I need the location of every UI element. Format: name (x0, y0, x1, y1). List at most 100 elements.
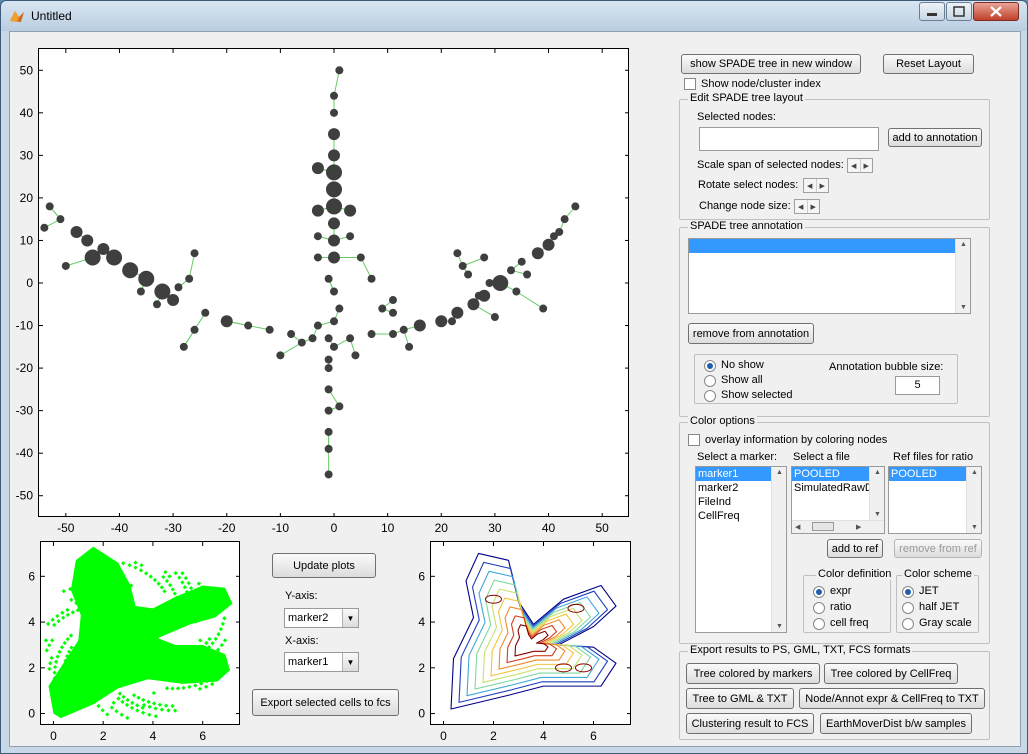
scatter-point (47, 666, 52, 672)
list-item-selected[interactable] (689, 239, 955, 253)
rotate-label: Rotate select nodes: (698, 179, 799, 191)
annotation-panel: SPADE tree annotation ▲ ▼ remove from an… (679, 220, 990, 417)
arrow-right-icon[interactable]: ▶ (808, 200, 820, 213)
arrow-left-icon[interactable]: ◀ (795, 200, 808, 213)
marker-list-scrollbar[interactable]: ▲ ▼ (771, 467, 786, 632)
update-plots-button[interactable]: Update plots (272, 553, 376, 578)
scatter-point (121, 561, 126, 566)
scatter-region (48, 546, 233, 719)
annotation-show-group: No show Show all Show selected Annotatio… (694, 354, 958, 404)
radio-expr[interactable] (813, 586, 825, 598)
scatter-point (156, 581, 161, 586)
ref-list[interactable]: POOLED ▲ ▼ (888, 466, 982, 534)
export-cells-button[interactable]: Export selected cells to fcs (252, 689, 399, 716)
selected-nodes-input[interactable] (699, 127, 879, 151)
add-annotation-button[interactable]: add to annotation (888, 128, 982, 147)
tree-node (313, 321, 322, 330)
radio-ratio[interactable] (813, 602, 825, 614)
scroll-down-icon[interactable]: ▼ (971, 524, 978, 531)
tree-markers-button[interactable]: Tree colored by markers (686, 663, 820, 684)
scroll-right-icon[interactable]: ▶ (856, 523, 861, 531)
tree-node (464, 270, 473, 279)
reset-layout-button[interactable]: Reset Layout (883, 54, 974, 74)
arrow-left-icon[interactable]: ◀ (848, 159, 861, 172)
arrow-right-icon[interactable]: ▶ (817, 179, 829, 192)
y-tick-label: 4 (418, 615, 425, 629)
annotation-list-scrollbar[interactable]: ▲ ▼ (955, 239, 970, 313)
tree-node (490, 313, 499, 322)
matlab-icon (10, 11, 24, 22)
scroll-left-icon[interactable]: ◀ (795, 523, 800, 531)
scatter-point (147, 712, 152, 717)
radio-show-all-label: Show all (721, 374, 763, 386)
scroll-up-icon[interactable]: ▲ (960, 241, 967, 248)
radio-no-show[interactable] (704, 360, 716, 372)
tree-node (335, 402, 344, 411)
close-button[interactable] (973, 2, 1019, 21)
radio-half-jet[interactable] (902, 602, 914, 614)
scale-span-stepper[interactable]: ◀ ▶ (847, 158, 873, 173)
chevron-down-icon: ▼ (342, 653, 358, 671)
annotation-list[interactable]: ▲ ▼ (688, 238, 971, 314)
remove-annotation-button[interactable]: remove from annotation (688, 323, 814, 344)
arrow-left-icon[interactable]: ◀ (804, 179, 817, 192)
scatter-point (125, 697, 130, 703)
remove-ref-button[interactable]: remove from ref (894, 539, 982, 558)
scatter-point (196, 581, 201, 586)
show-tree-button[interactable]: show SPADE tree in new window (681, 54, 861, 74)
scroll-up-icon[interactable]: ▲ (776, 469, 783, 476)
scroll-down-icon[interactable]: ▼ (776, 623, 783, 630)
tree-node (313, 232, 322, 241)
scatter-point (182, 584, 188, 590)
radio-cell-freq[interactable] (813, 618, 825, 630)
list-item[interactable]: marker1 (696, 467, 771, 481)
tree-cellfreq-button[interactable]: Tree colored by CellFreq (824, 663, 958, 684)
rotate-stepper[interactable]: ◀ ▶ (803, 178, 829, 193)
file-list-vscrollbar[interactable]: ▲ ▼ (869, 467, 884, 520)
node-annot-txt-button[interactable]: Node/Annot expr & CellFreq to TXT (799, 688, 985, 709)
tree-node (523, 270, 532, 279)
scatter-point (187, 684, 192, 689)
radio-show-all[interactable] (704, 375, 716, 387)
scroll-thumb[interactable] (812, 522, 834, 531)
list-item[interactable]: SimulatedRawD (792, 481, 869, 495)
scatter-point (136, 695, 141, 700)
arrow-right-icon[interactable]: ▶ (861, 159, 873, 172)
node-size-stepper[interactable]: ◀ ▶ (794, 199, 820, 214)
x-axis-select[interactable]: marker1 ▼ (284, 652, 359, 672)
tree-node (435, 315, 448, 328)
color-panel-title: Color options (688, 415, 757, 427)
scroll-down-icon[interactable]: ▼ (874, 511, 881, 518)
file-list-hscrollbar[interactable]: ◀ ▶ (792, 520, 884, 533)
radio-cell-freq-label: cell freq (830, 617, 869, 629)
add-ref-button[interactable]: add to ref (827, 539, 883, 558)
x-tick-label: 2 (100, 729, 107, 743)
radio-jet[interactable] (902, 586, 914, 598)
list-item[interactable]: POOLED (792, 467, 869, 481)
radio-gray[interactable] (902, 618, 914, 630)
y-axis-select[interactable]: marker2 ▼ (284, 608, 359, 628)
minimize-button[interactable] (919, 2, 945, 21)
scroll-up-icon[interactable]: ▲ (971, 469, 978, 476)
tree-node (346, 232, 355, 241)
tree-gml-button[interactable]: Tree to GML & TXT (686, 688, 794, 709)
bubble-size-input[interactable]: 5 (895, 376, 940, 395)
earthmover-button[interactable]: EarthMoverDist b/w samples (820, 713, 972, 734)
file-list[interactable]: POOLED SimulatedRawD ▲ ▼ ◀ ▶ (791, 466, 885, 534)
scatter-point (216, 632, 221, 637)
tree-node (389, 296, 397, 305)
marker-list[interactable]: marker1 marker2 FileInd CellFreq ▲ ▼ (695, 466, 787, 633)
y-axis-label: Y-axis: (285, 590, 318, 602)
radio-show-selected[interactable] (704, 390, 716, 402)
scroll-down-icon[interactable]: ▼ (960, 304, 967, 311)
scatter-point (62, 640, 67, 646)
clustering-fcs-button[interactable]: Clustering result to FCS (686, 713, 814, 734)
maximize-button[interactable] (946, 2, 972, 21)
tree-node (308, 334, 317, 343)
overlay-checkbox[interactable] (688, 434, 700, 446)
list-item[interactable]: POOLED (889, 467, 966, 481)
scroll-up-icon[interactable]: ▲ (874, 469, 881, 476)
show-index-checkbox[interactable] (684, 78, 696, 90)
x-tick-label: -10 (272, 521, 290, 535)
ref-list-scrollbar[interactable]: ▲ ▼ (966, 467, 981, 533)
